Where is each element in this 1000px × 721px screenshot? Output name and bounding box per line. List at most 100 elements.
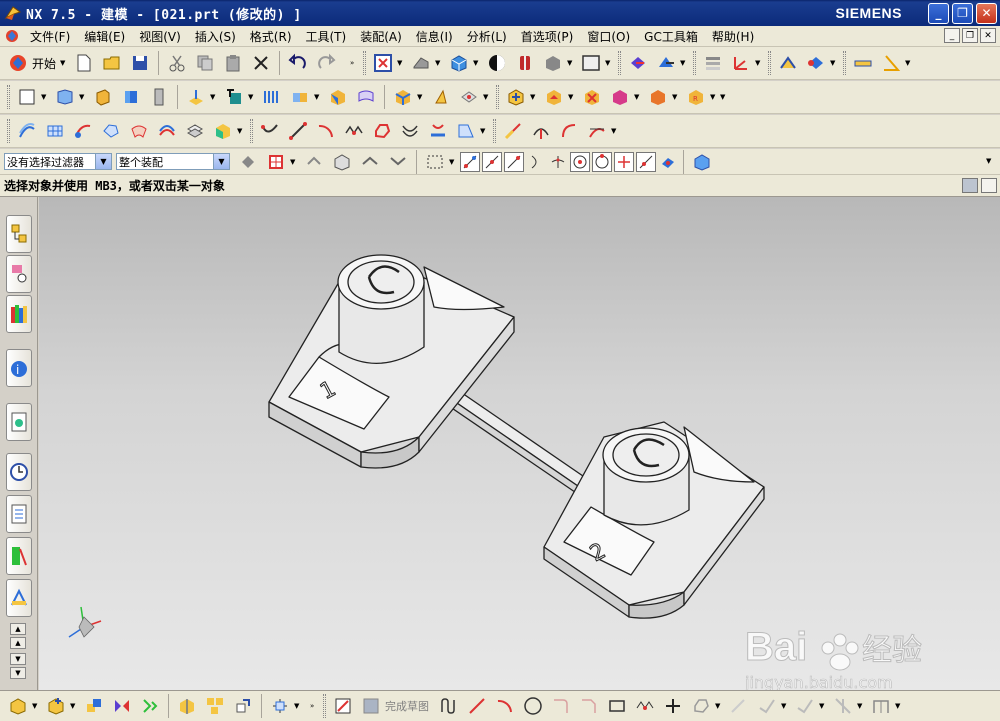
hide-icon[interactable]	[542, 52, 564, 74]
feature-selection-icon[interactable]	[265, 151, 287, 173]
scroll-up-button[interactable]: ▲	[10, 623, 26, 635]
resize-face-icon[interactable]: R	[685, 86, 707, 108]
replace-component-icon[interactable]	[232, 695, 254, 717]
sync-modeling-icon[interactable]	[505, 86, 527, 108]
replace-face-icon[interactable]	[609, 86, 631, 108]
system-materials-tab[interactable]	[6, 537, 32, 575]
sketch-in-task-icon[interactable]	[332, 695, 354, 717]
menu-information[interactable]: 信息(I)	[410, 28, 461, 45]
toolbar-overflow[interactable]: »	[350, 59, 357, 67]
edge-blend-icon[interactable]	[355, 86, 377, 108]
scroll-up-step-button[interactable]: ▲	[10, 637, 26, 649]
open-folder-icon[interactable]	[101, 52, 123, 74]
through-curves-icon[interactable]	[16, 120, 38, 142]
move-face-icon[interactable]	[543, 86, 565, 108]
menu-gc-toolkit[interactable]: GC工具箱	[638, 28, 706, 45]
menu-analysis[interactable]: 分析(L)	[461, 28, 515, 45]
constraint-navigator-tab[interactable]	[6, 255, 32, 293]
scroll-down-step-button[interactable]: ▼	[10, 653, 26, 665]
polygon-icon[interactable]	[371, 120, 393, 142]
shaded-edge-icon[interactable]	[486, 52, 508, 74]
orient-view-icon[interactable]	[448, 52, 470, 74]
sew-icon[interactable]	[212, 120, 234, 142]
join-curve-icon[interactable]	[586, 120, 608, 142]
paste-icon[interactable]	[222, 52, 244, 74]
roles-tab[interactable]	[6, 579, 32, 617]
boolean-icon[interactable]	[185, 86, 207, 108]
deviation-icon[interactable]	[805, 52, 827, 74]
measure-distance-icon[interactable]	[852, 52, 874, 74]
part-navigator-tab[interactable]	[6, 295, 32, 333]
sketch-icon[interactable]	[16, 86, 38, 108]
wcs-icon[interactable]	[730, 52, 752, 74]
snap-existing-point-icon[interactable]	[614, 151, 634, 172]
save-icon[interactable]	[129, 52, 151, 74]
snap-bounding-box-icon[interactable]	[691, 151, 713, 173]
offset-surface-icon[interactable]	[184, 120, 206, 142]
fullscreen-icon[interactable]	[981, 178, 997, 193]
datum-plane-icon[interactable]	[54, 86, 76, 108]
move-object-icon[interactable]	[655, 52, 677, 74]
chamfer-icon[interactable]	[392, 86, 414, 108]
select-face-icon[interactable]	[359, 151, 381, 173]
toolbar-options[interactable]: ▼	[986, 157, 993, 165]
profile-icon[interactable]	[438, 695, 460, 717]
internet-explorer-tab[interactable]: i	[6, 349, 32, 387]
reuse-library-tab[interactable]	[6, 495, 32, 533]
studio-spline-icon[interactable]	[343, 120, 365, 142]
menu-window[interactable]: 窗口(O)	[581, 28, 638, 45]
sketch-mirror-icon[interactable]	[794, 695, 816, 717]
finish-sketch-icon[interactable]	[360, 695, 382, 717]
extrude-icon[interactable]	[92, 86, 114, 108]
cut-icon[interactable]	[166, 52, 188, 74]
snap-endpoint-icon[interactable]	[460, 151, 480, 172]
measure-angle-icon[interactable]	[880, 52, 902, 74]
layer-settings-icon[interactable]	[702, 52, 724, 74]
history-tab[interactable]	[6, 453, 32, 491]
trim-curve-icon[interactable]	[502, 120, 524, 142]
sketch-chamfer-icon[interactable]	[578, 695, 600, 717]
menu-edit[interactable]: 编辑(E)	[78, 28, 133, 45]
explosion-view-icon[interactable]	[139, 695, 161, 717]
studio-surface-icon[interactable]	[128, 120, 150, 142]
sketch-trim-icon[interactable]	[756, 695, 778, 717]
mirror-assembly-icon[interactable]	[111, 695, 133, 717]
menu-help[interactable]: 帮助(H)	[706, 28, 762, 45]
snap-quadrant-icon[interactable]	[592, 151, 612, 172]
undo-icon[interactable]	[287, 52, 309, 74]
chevron-down-icon[interactable]: ▼	[213, 154, 229, 169]
line-icon[interactable]	[287, 120, 309, 142]
thicken-icon[interactable]	[261, 86, 283, 108]
hole-icon[interactable]	[148, 86, 170, 108]
pattern-feature-icon[interactable]	[327, 86, 349, 108]
add-component-icon[interactable]	[7, 695, 29, 717]
assembly-sequence-icon[interactable]	[269, 695, 291, 717]
delete-icon[interactable]	[250, 52, 272, 74]
history-palette-tab[interactable]	[6, 403, 32, 441]
fit-view-icon[interactable]	[372, 52, 394, 74]
new-file-icon[interactable]	[73, 52, 95, 74]
sketch-polygon-icon[interactable]	[690, 695, 712, 717]
sketch-arc-icon[interactable]	[494, 695, 516, 717]
swept-icon[interactable]	[72, 120, 94, 142]
assembly-navigator-tab[interactable]	[6, 215, 32, 253]
menu-tools[interactable]: 工具(T)	[300, 28, 355, 45]
revolve-icon[interactable]	[120, 86, 142, 108]
minimize-button[interactable]: _	[928, 2, 949, 24]
sketch-spline-icon[interactable]	[634, 695, 656, 717]
copy-icon[interactable]	[194, 52, 216, 74]
start-button[interactable]: 开始	[32, 55, 56, 72]
type-filter-dropdown[interactable]: 没有选择过滤器 ▼	[4, 153, 112, 170]
background-icon[interactable]	[580, 52, 602, 74]
curve-length-icon[interactable]	[530, 120, 552, 142]
through-mesh-icon[interactable]	[44, 120, 66, 142]
snap-curve-icon[interactable]	[526, 152, 546, 172]
sketch-point-icon[interactable]	[662, 695, 684, 717]
snap-control-point-icon[interactable]	[504, 151, 524, 172]
snap-intersection-icon[interactable]	[548, 152, 568, 172]
doc-minimize-button[interactable]: _	[944, 28, 960, 43]
sketch-dimension-icon[interactable]	[870, 695, 892, 717]
nx-app-icon[interactable]	[4, 4, 22, 22]
trim-body-icon[interactable]	[289, 86, 311, 108]
snap-arc-center-icon[interactable]	[570, 151, 590, 172]
